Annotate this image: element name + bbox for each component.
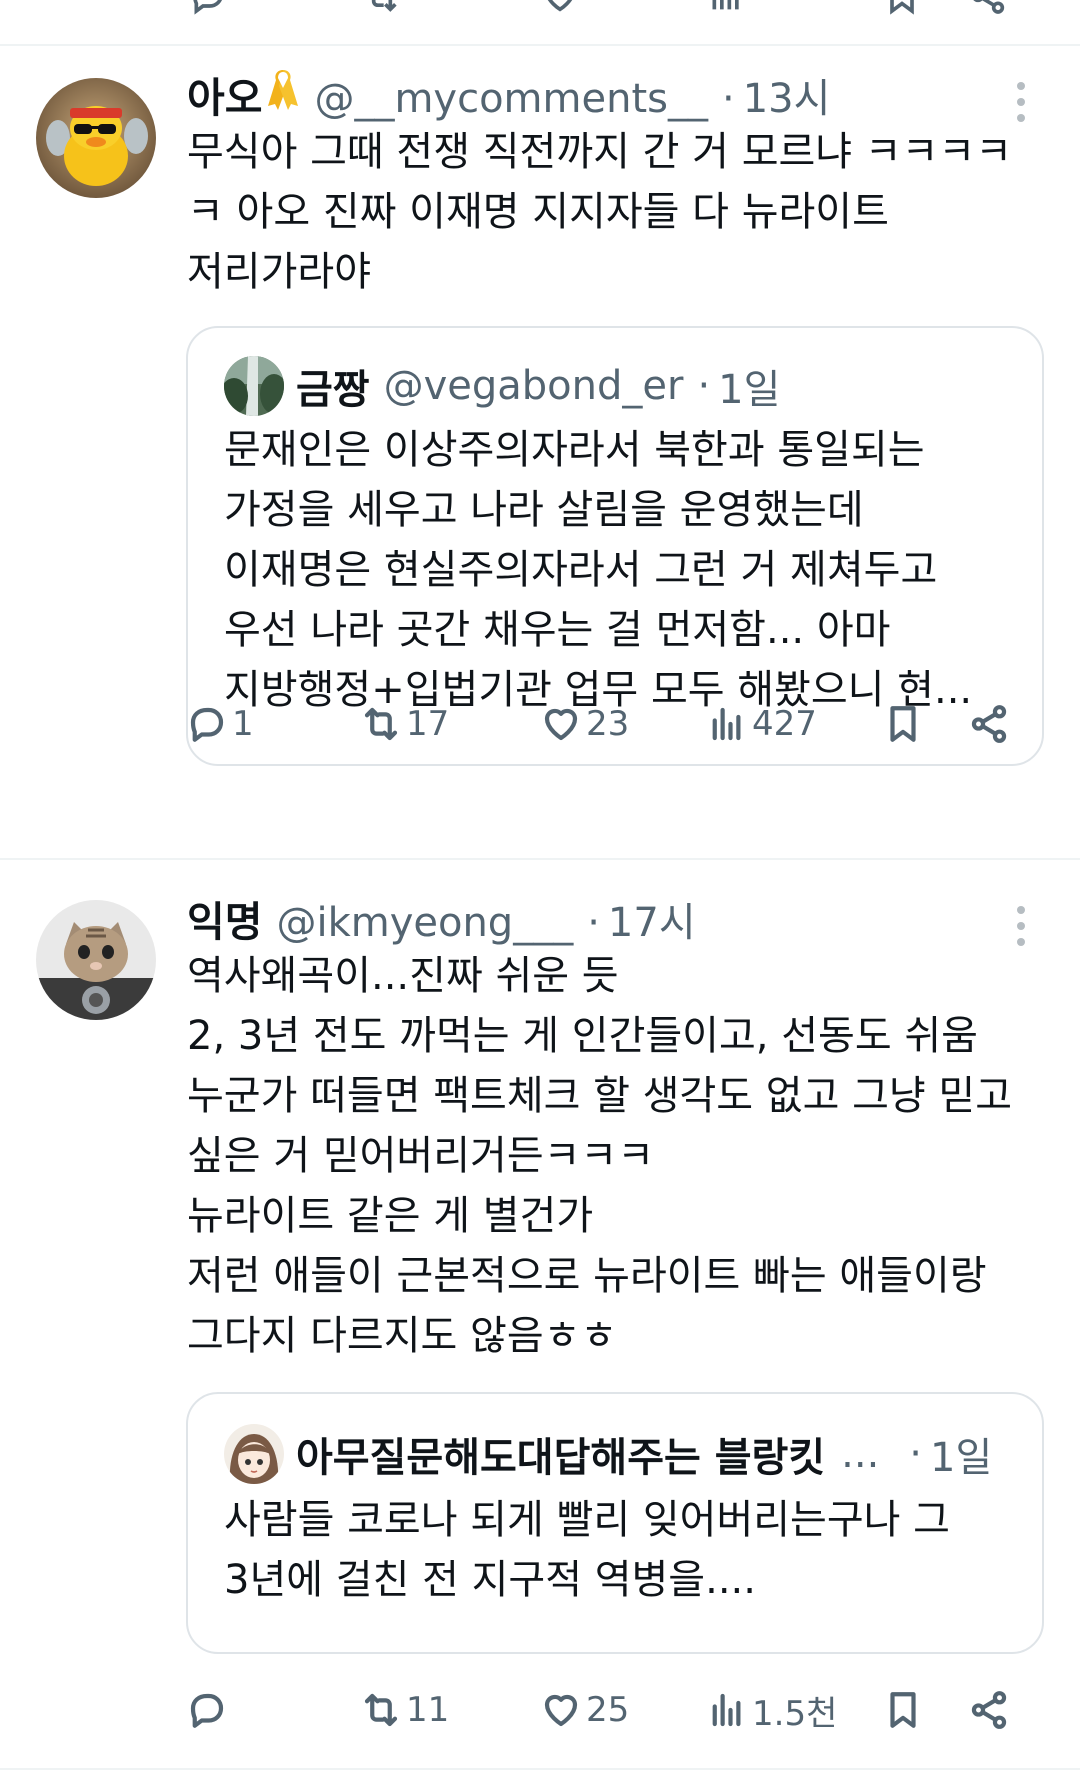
repost-button[interactable]: 11 — [360, 1680, 449, 1740]
tweet[interactable]: 익명 @ikmyeong___ · 17시 역사왜곡이...진짜 쉬운 듯 2,… — [0, 862, 1080, 1770]
bookmark-icon — [890, 1692, 916, 1728]
reply-icon — [190, 1693, 224, 1728]
display-name[interactable]: 익명 — [187, 888, 262, 948]
repost-count: 17 — [406, 704, 450, 744]
share-icon — [971, 705, 1007, 743]
previous-tweet-actions — [0, 0, 1080, 46]
reply-button[interactable]: 1 — [186, 694, 254, 754]
like-button[interactable]: 25 — [540, 1680, 629, 1740]
quoted-text: 사람들 코로나 되게 빨리 잊어버리는구나 그 3년에 걸친 전 지구적 역병을… — [224, 1497, 950, 1603]
tweet[interactable]: 아오 @__mycomments__ · 13시 무식아 그때 전쟁 직전까지 … — [0, 48, 1080, 860]
quoted-display-name: 금짱 — [296, 367, 370, 413]
views-button[interactable]: 427 — [706, 694, 817, 754]
quoted-tweet[interactable]: 아무질문해도대답해주는 블랑킷 ... · 1일 사람들 코로나 되게 빨리 잊… — [186, 1392, 1044, 1654]
tweet-actions: 1 17 23 427 — [0, 694, 1080, 754]
reply-button[interactable] — [186, 1680, 232, 1740]
share-button[interactable] — [968, 1680, 1010, 1740]
view-count: 1.5천 — [752, 1693, 838, 1734]
repost-count: 11 — [406, 1690, 450, 1730]
separator-dot: · — [721, 76, 735, 122]
quoted-tweet-header: 금짱 @vegabond_er · 1일 — [224, 356, 780, 416]
repost-icon[interactable] — [362, 0, 402, 16]
truncation-ellipsis: ... — [841, 1431, 880, 1477]
display-name[interactable]: 아오 — [187, 64, 262, 124]
more-icon[interactable] — [1014, 82, 1026, 122]
heart-icon — [544, 1694, 578, 1727]
bookmark-button[interactable] — [882, 694, 924, 754]
reply-icon[interactable] — [188, 0, 228, 16]
tweet-actions: 11 25 1.5천 — [0, 1680, 1080, 1740]
heart-icon — [544, 708, 578, 741]
reply-icon — [190, 707, 224, 742]
quoted-avatar — [224, 356, 284, 416]
like-count: 25 — [586, 1690, 630, 1730]
views-icon — [712, 707, 741, 741]
separator-dot: · — [587, 900, 600, 946]
quoted-display-name: 아무질문해도대답해주는 블랑킷 — [296, 1435, 826, 1481]
separator-dot: · — [697, 363, 711, 409]
quoted-text: 문재인은 이상주의자라서 북한과 통일되는 가정을 세우고 나라 살림을 운영했… — [224, 427, 973, 713]
repost-icon — [364, 707, 398, 741]
quoted-tweet-header: 아무질문해도대답해주는 블랑킷 ... · 1일 — [224, 1424, 1014, 1484]
heart-icon[interactable] — [540, 0, 580, 16]
views-icon[interactable] — [706, 0, 746, 16]
tweet-text: 무식아 그때 전쟁 직전까지 간 거 모르냐 ㅋㅋㅋㅋ ㅋ 아오 진짜 이재명 … — [187, 129, 1013, 295]
tweet-text: 역사왜곡이...진짜 쉬운 듯 2, 3년 전도 까먹는 게 인간들이고, 선동… — [187, 953, 1013, 1359]
bookmark-icon — [890, 706, 916, 742]
share-icon[interactable] — [968, 0, 1008, 16]
repost-icon — [364, 1693, 398, 1727]
repost-button[interactable]: 17 — [360, 694, 449, 754]
bookmark-button[interactable] — [882, 1680, 924, 1740]
quoted-timestamp: 1일 — [718, 367, 781, 413]
tweet-header: 익명 @ikmyeong___ · 17시 — [187, 888, 696, 946]
reply-count: 1 — [232, 704, 254, 744]
avatar[interactable] — [36, 78, 156, 198]
share-icon — [971, 1691, 1007, 1729]
quoted-timestamp: 1일 — [930, 1435, 993, 1481]
bookmark-icon[interactable] — [882, 0, 922, 16]
separator-dot: · — [909, 1431, 923, 1477]
views-icon — [712, 1693, 741, 1727]
user-handle[interactable]: @ikmyeong___ — [276, 900, 573, 946]
like-button[interactable]: 23 — [540, 694, 629, 754]
timestamp[interactable]: 13시 — [743, 66, 831, 124]
views-button[interactable]: 1.5천 — [706, 1680, 837, 1740]
user-handle[interactable]: @__mycomments__ — [314, 76, 708, 122]
tweet-header: 아오 @__mycomments__ · 13시 — [187, 64, 830, 122]
timestamp[interactable]: 17시 — [608, 890, 696, 948]
yellow-ribbon-icon — [268, 70, 299, 110]
more-icon[interactable] — [1014, 906, 1026, 946]
avatar[interactable] — [36, 900, 156, 1020]
like-count: 23 — [586, 704, 630, 744]
quoted-avatar — [224, 1424, 284, 1484]
view-count: 427 — [752, 704, 817, 744]
share-button[interactable] — [968, 694, 1010, 754]
quoted-handle: @vegabond_er — [383, 363, 684, 409]
